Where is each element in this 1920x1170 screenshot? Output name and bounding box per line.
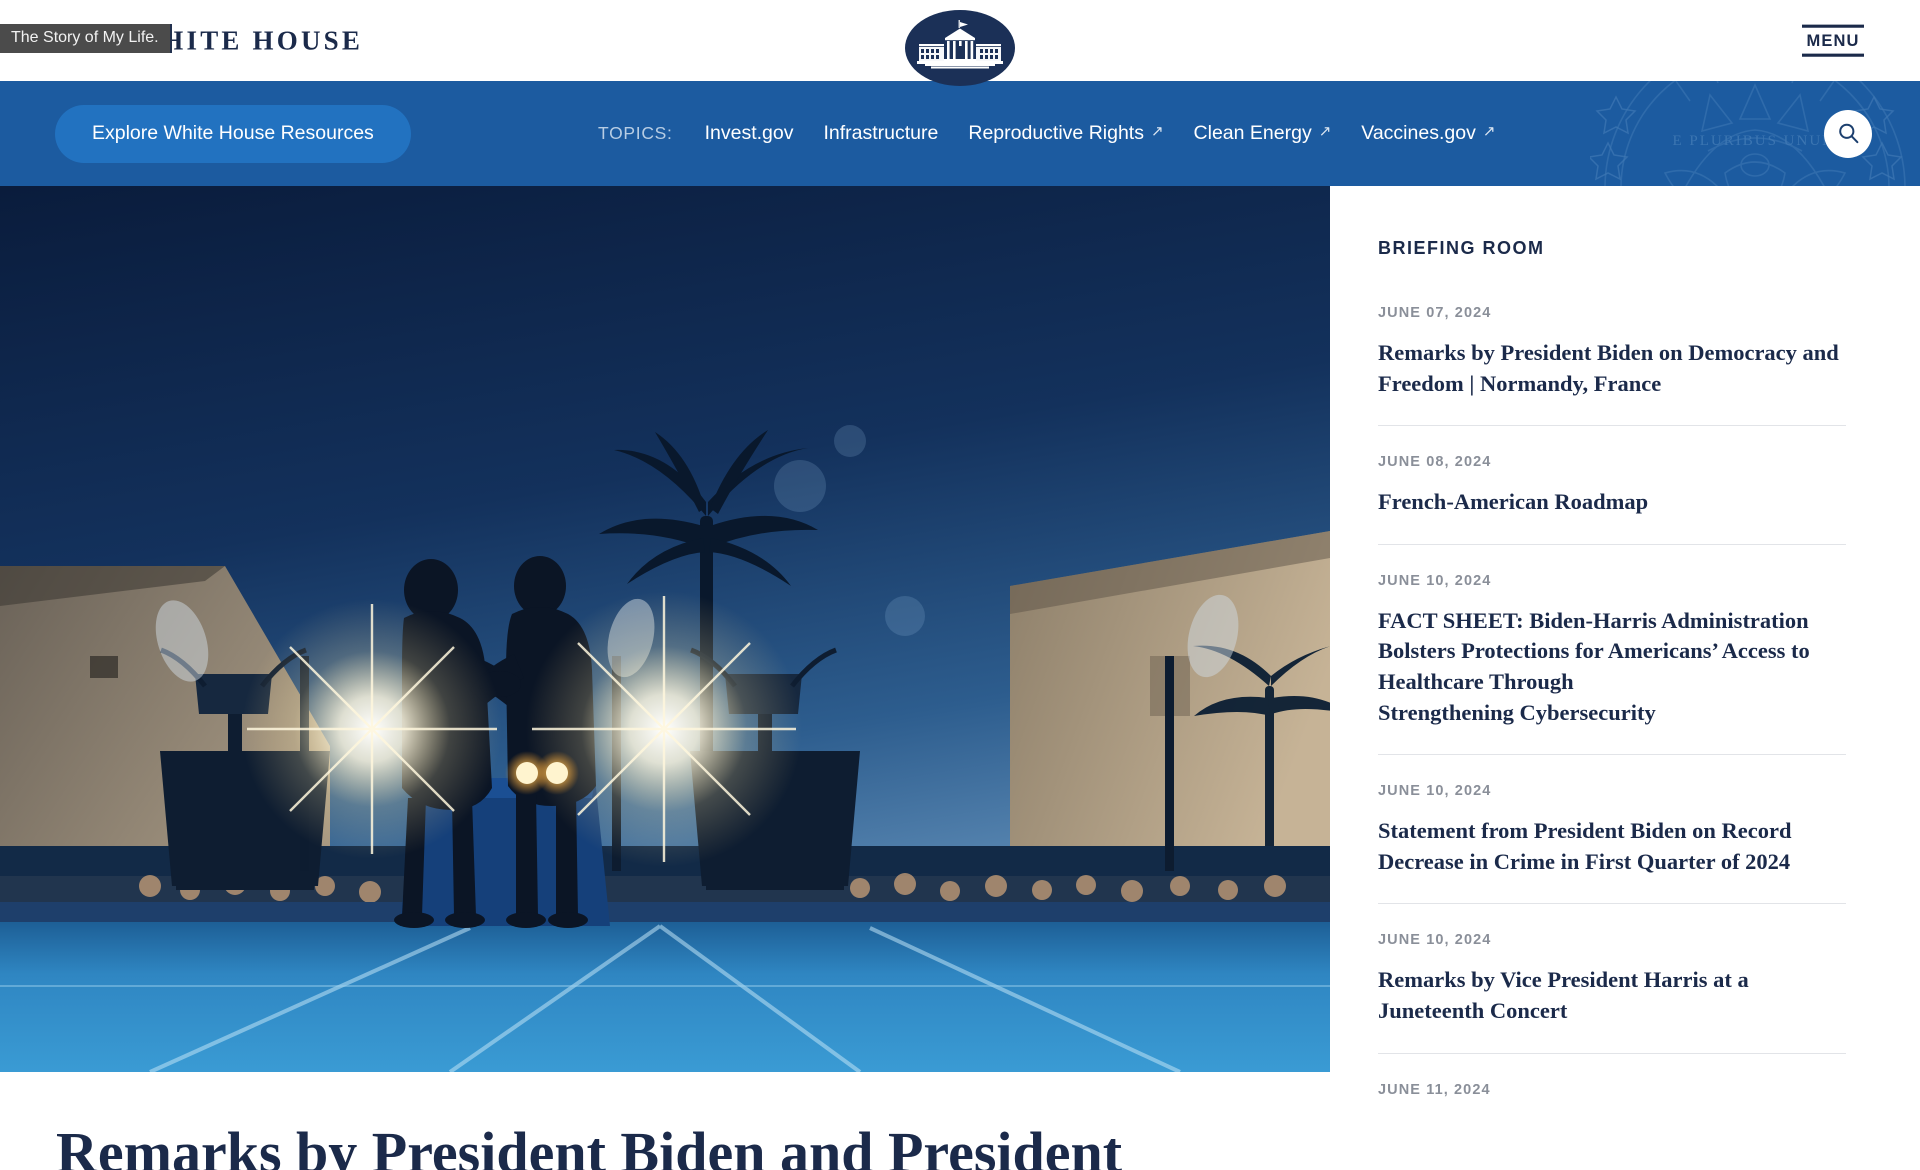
briefing-item-date: JUNE 10, 2024 <box>1378 932 1492 949</box>
briefing-room-item[interactable]: JUNE 10, 2024 FACT SHEET: Biden-Harris A… <box>1378 543 1846 754</box>
briefing-room-sidebar: BRIEFING ROOM JUNE 07, 2024 Remarks by P… <box>1330 186 1920 1170</box>
topic-link-reproductive-rights[interactable]: Reproductive Rights ↗ <box>968 122 1163 145</box>
briefing-item-title[interactable]: Remarks by Vice President Harris at a Ju… <box>1378 965 1846 1026</box>
briefing-item-title[interactable]: French-American Roadmap <box>1378 487 1846 518</box>
briefing-item-date: JUNE 10, 2024 <box>1378 783 1492 800</box>
menu-button-label: MENU <box>1806 31 1860 50</box>
briefing-room-item[interactable]: JUNE 08, 2024 French-American Roadmap <box>1378 425 1846 544</box>
topics-label: TOPICS: <box>598 123 673 143</box>
briefing-item-title[interactable]: FACT SHEET: Biden-Harris Administration … <box>1378 606 1846 728</box>
hamburger-icon-bottom <box>1802 53 1864 57</box>
topic-link-label: Invest.gov <box>704 122 794 144</box>
svg-text:E PLURIBUS UNUM: E PLURIBUS UNUM <box>1672 133 1837 149</box>
briefing-item-date: JUNE 07, 2024 <box>1378 305 1492 321</box>
topics-list: TOPICS: Invest.gov Infrastructure Reprod… <box>598 122 1525 145</box>
briefing-item-date: JUNE 10, 2024 <box>1378 572 1492 589</box>
external-link-icon: ↗ <box>1150 123 1164 140</box>
briefing-item-date: JUNE 08, 2024 <box>1378 454 1492 471</box>
briefing-room-item[interactable]: JUNE 10, 2024 Remarks by Vice President … <box>1378 903 1846 1052</box>
topic-link-label: Reproductive Rights <box>968 122 1144 144</box>
topic-link-label: Vaccines.gov <box>1361 122 1476 144</box>
page-content: Remarks by President Biden and President… <box>0 186 1920 1170</box>
explore-resources-button[interactable]: Explore White House Resources <box>55 104 411 163</box>
menu-button[interactable]: MENU <box>1802 24 1864 57</box>
search-icon <box>1838 123 1858 144</box>
topic-link-vaccines[interactable]: Vaccines.gov ↗ <box>1361 122 1495 145</box>
topics-navbar: E PLURIBUS UNUM Explore White House Reso… <box>0 81 1920 186</box>
search-button[interactable] <box>1824 109 1872 158</box>
briefing-item-date: JUNE 11, 2024 <box>1378 1081 1491 1098</box>
briefing-item-title[interactable]: Remarks by President Biden on Democracy … <box>1378 338 1846 399</box>
site-header: THE WHITE HOUSE MENU The Story of My Lif… <box>0 0 1920 86</box>
hero-image <box>0 186 1330 1072</box>
external-link-icon: ↗ <box>1318 123 1332 140</box>
topic-link-clean-energy[interactable]: Clean Energy ↗ <box>1194 122 1332 145</box>
white-house-emblem <box>901 8 1019 92</box>
hero-column: Remarks by President Biden and President <box>0 186 1330 1170</box>
page-title: Remarks by President Biden and President <box>56 1120 1123 1170</box>
briefing-item-title[interactable]: Statement from President Biden on Record… <box>1378 816 1846 877</box>
topic-link-infrastructure[interactable]: Infrastructure <box>823 122 938 145</box>
hamburger-icon-top <box>1802 24 1864 28</box>
briefing-room-heading: BRIEFING ROOM <box>1378 238 1545 258</box>
topic-link-invest[interactable]: Invest.gov <box>705 122 794 145</box>
browser-tooltip: The Story of My Life. <box>0 24 172 53</box>
briefing-room-item[interactable]: JUNE 10, 2024 Statement from President B… <box>1378 754 1846 903</box>
briefing-room-item[interactable]: JUNE 11, 2024 <box>1378 1052 1846 1141</box>
topic-link-label: Infrastructure <box>823 122 939 144</box>
briefing-room-item[interactable]: JUNE 07, 2024 Remarks by President Biden… <box>1378 305 1846 425</box>
external-link-icon: ↗ <box>1482 123 1496 140</box>
topic-link-label: Clean Energy <box>1193 122 1312 144</box>
